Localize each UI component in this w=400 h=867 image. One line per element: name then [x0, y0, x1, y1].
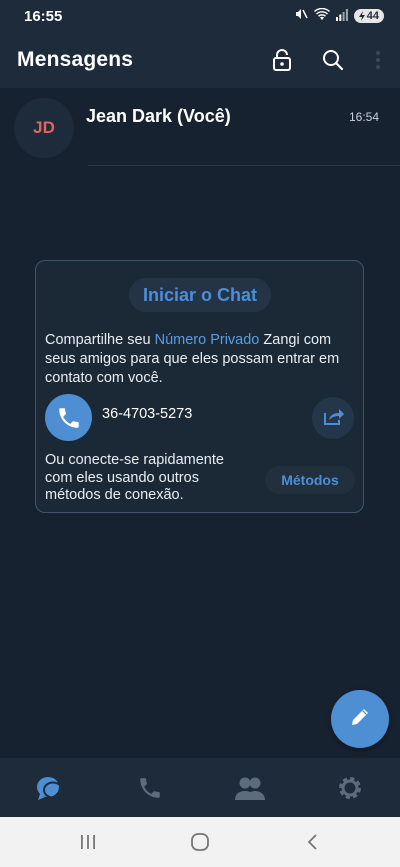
- contacts-icon[interactable]: [234, 772, 266, 804]
- lock-icon[interactable]: [264, 42, 300, 78]
- chat-time: 16:54: [348, 110, 379, 124]
- home-icon[interactable]: [187, 829, 213, 855]
- compose-button[interactable]: [331, 690, 389, 748]
- start-chat-card: Iniciar o Chat Compartilhe seu Número Pr…: [35, 260, 364, 513]
- share-icon: [322, 406, 344, 431]
- system-nav-bar: [0, 817, 400, 867]
- avatar: JD: [14, 98, 74, 158]
- methods-label: Métodos: [281, 472, 339, 488]
- signal-icon: [335, 8, 348, 25]
- bottom-nav: [0, 758, 400, 817]
- methods-button[interactable]: Métodos: [265, 466, 355, 494]
- wifi-icon: [313, 7, 330, 25]
- share-number-text: Compartilhe seu Número Privado Zangi com…: [45, 331, 360, 388]
- pencil-icon: [349, 706, 371, 733]
- avatar-initials: JD: [33, 118, 55, 137]
- recent-apps-icon[interactable]: [75, 829, 101, 855]
- settings-icon[interactable]: [334, 772, 366, 804]
- chats-icon[interactable]: [34, 772, 66, 804]
- calls-icon[interactable]: [134, 772, 166, 804]
- back-icon[interactable]: [299, 829, 325, 855]
- battery-level: 44: [366, 10, 379, 22]
- phone-icon: [45, 394, 92, 441]
- start-chat-button[interactable]: Iniciar o Chat: [129, 278, 271, 312]
- more-vert-icon[interactable]: [360, 42, 396, 78]
- status-time: 16:55: [24, 7, 63, 25]
- battery-icon: 44: [353, 9, 384, 23]
- page-title: Mensagens: [17, 48, 134, 71]
- divider: [88, 165, 400, 166]
- private-number-link[interactable]: Número Privado: [155, 332, 260, 348]
- connect-methods-text: Ou conecte-se rapidamente com eles usand…: [45, 452, 224, 503]
- mute-icon: [294, 7, 308, 25]
- phone-number: 36-4703-5273: [102, 406, 193, 422]
- share-prefix: Compartilhe seu: [45, 332, 155, 348]
- search-icon[interactable]: [315, 42, 351, 78]
- start-chat-label: Iniciar o Chat: [142, 284, 258, 305]
- chat-list-item[interactable]: JD Jean Dark (Você) 16:54: [0, 94, 400, 166]
- share-button[interactable]: [312, 397, 354, 439]
- app-bar: Mensagens: [0, 32, 400, 88]
- status-icons: 44: [294, 7, 384, 25]
- status-bar: 16:55 44: [0, 0, 400, 32]
- chat-name: Jean Dark (Você): [86, 106, 231, 126]
